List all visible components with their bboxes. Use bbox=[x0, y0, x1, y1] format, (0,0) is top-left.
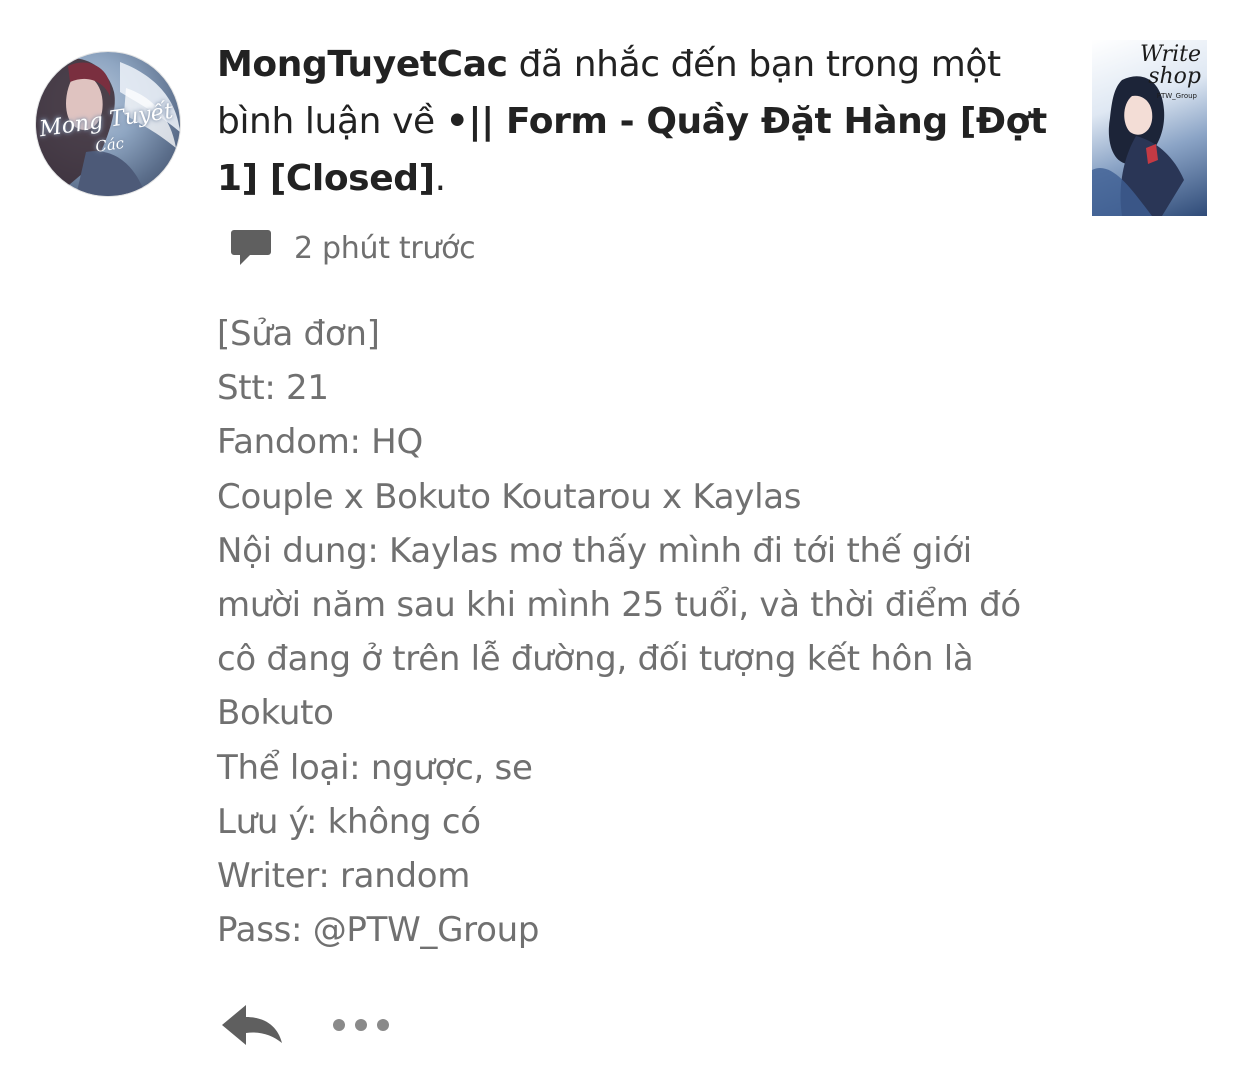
comment-line: Nội dung: Kaylas mơ thấy mình đi tới thế… bbox=[217, 530, 972, 571]
notification-text: MongTuyetCac đã nhắc đến bạn trong một b… bbox=[217, 36, 1047, 207]
username-link[interactable]: MongTuyetCac bbox=[217, 44, 508, 85]
comment-line: Stt: 21 bbox=[217, 368, 329, 409]
comment-line: cô đang ở trên lễ đường, đối tượng kết h… bbox=[217, 639, 974, 680]
thumbnail-subtitle: PTW_Group bbox=[1156, 92, 1197, 100]
story-thumbnail[interactable]: Write shop PTW_Group bbox=[1092, 40, 1207, 216]
comment-icon bbox=[231, 230, 271, 265]
more-icon[interactable] bbox=[332, 1018, 390, 1032]
comment-body: [Sửa đơn] Stt: 21 Fandom: HQ Couple x Bo… bbox=[217, 307, 1077, 957]
thumbnail-title: Write shop bbox=[1139, 42, 1201, 89]
comment-actions bbox=[220, 1000, 390, 1050]
notification-meta: 2 phút trước bbox=[230, 226, 476, 270]
comment-line: Couple x Bokuto Koutarou x Kaylas bbox=[217, 476, 802, 517]
comment-line: Bokuto bbox=[217, 693, 334, 734]
comment-line: Fandom: HQ bbox=[217, 422, 423, 463]
reply-icon[interactable] bbox=[220, 1001, 284, 1049]
timestamp: 2 phút trước bbox=[294, 230, 476, 266]
comment-line: Thể loại: ngược, se bbox=[217, 747, 533, 788]
comment-line: [Sửa đơn] bbox=[217, 314, 380, 354]
trailing-punctuation: . bbox=[434, 158, 446, 199]
comment-line: Writer: random bbox=[217, 856, 471, 897]
comment-line: Lưu ý: không có bbox=[217, 801, 481, 842]
comment-line: Pass: @PTW_Group bbox=[217, 910, 540, 951]
user-avatar[interactable]: Mong Tuyết Các bbox=[36, 52, 180, 196]
comment-line: mười năm sau khi mình 25 tuổi, và thời đ… bbox=[217, 585, 1021, 626]
